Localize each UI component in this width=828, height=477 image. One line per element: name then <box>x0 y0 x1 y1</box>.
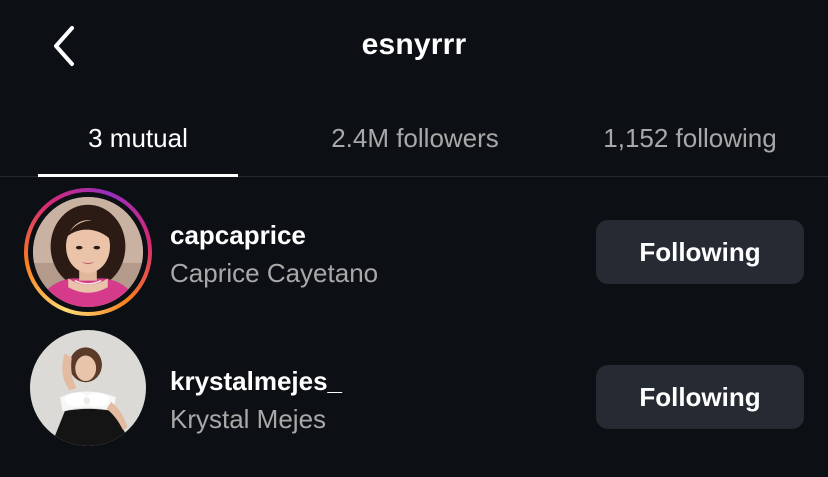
story-ring[interactable] <box>24 188 152 316</box>
avatar <box>33 197 143 307</box>
mutual-followers-screen: esnyrrr 3 mutual 2.4M followers 1,152 fo… <box>0 0 828 477</box>
avatar-photo <box>30 330 146 446</box>
avatar <box>30 330 146 446</box>
avatar-wrapper[interactable] <box>30 330 146 446</box>
list-item[interactable]: capcaprice Caprice Cayetano Following <box>0 182 828 322</box>
header: esnyrrr <box>0 0 828 92</box>
page-title: esnyrrr <box>361 28 467 61</box>
following-button[interactable]: Following <box>596 365 804 429</box>
avatar-photo <box>33 197 143 307</box>
tab-mutual[interactable]: 3 mutual <box>38 100 238 176</box>
following-button[interactable]: Following <box>596 220 804 284</box>
username[interactable]: krystalmejes_ <box>170 366 342 397</box>
full-name: Krystal Mejes <box>170 404 327 434</box>
active-tab-indicator <box>38 174 238 177</box>
tab-followers[interactable]: 2.4M followers <box>300 100 530 176</box>
username[interactable]: capcaprice <box>170 220 306 251</box>
list-item[interactable]: krystalmejes_ Krystal Mejes Following <box>0 326 828 466</box>
tab-following[interactable]: 1,152 following <box>578 100 802 176</box>
full-name: Caprice Cayetano <box>170 258 379 288</box>
tab-bar: 3 mutual 2.4M followers 1,152 following <box>0 100 828 177</box>
